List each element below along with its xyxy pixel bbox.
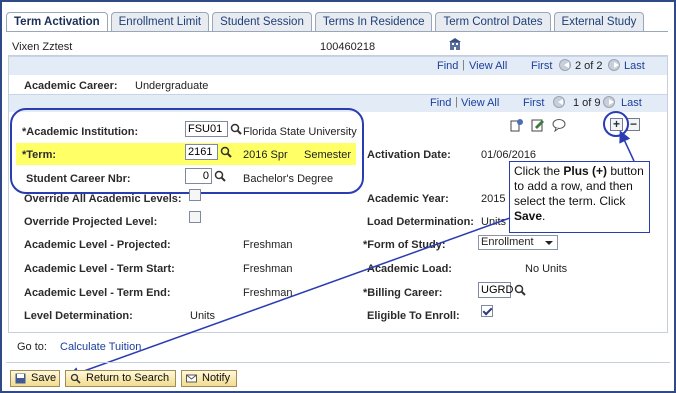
tab-term-activation[interactable]: Term Activation xyxy=(6,12,108,32)
first-link-1[interactable]: First xyxy=(531,60,552,72)
next-arrow-icon[interactable] xyxy=(608,59,620,71)
row-count-2: 1 of 9 xyxy=(573,97,601,109)
view-all-link-1[interactable]: View All xyxy=(469,60,507,72)
level-end-label: Academic Level - Term End: xyxy=(24,287,171,299)
lookup-search-icon[interactable] xyxy=(220,146,232,158)
activation-label: Activation Date: xyxy=(367,149,451,161)
eligible-checkbox[interactable] xyxy=(481,305,493,317)
term-type: Semester xyxy=(304,149,352,161)
override-levels-label: Override All Academic Levels: xyxy=(24,193,182,205)
level-end-value: Freshman xyxy=(243,287,293,299)
level-start-label: Academic Level - Term Start: xyxy=(24,263,175,275)
lookup-search-icon[interactable] xyxy=(214,170,226,182)
lookup-search-icon[interactable] xyxy=(230,123,242,135)
load-determination-value: Units xyxy=(481,216,507,228)
activation-value: 01/06/2016 xyxy=(481,149,537,161)
callout-bold-1: Plus (+) xyxy=(563,164,608,178)
level-projected-label: Academic Level - Projected: xyxy=(24,239,171,251)
form-of-study-select[interactable]: Enrollment xyxy=(478,235,558,250)
divider xyxy=(6,362,670,363)
separator: | xyxy=(462,59,465,71)
save-button[interactable]: Save xyxy=(10,370,60,387)
override-projected-label: Override Projected Level: xyxy=(24,216,158,228)
separator: | xyxy=(455,96,458,108)
tab-terms-in-residence[interactable]: Terms In Residence xyxy=(314,12,433,31)
tab-term-control-dates[interactable]: Term Control Dates xyxy=(435,12,551,31)
override-levels-checkbox[interactable] xyxy=(189,189,201,201)
first-link-2[interactable]: First xyxy=(523,97,544,109)
last-link-2[interactable]: Last xyxy=(621,97,642,109)
term-field[interactable]: 2161 xyxy=(185,144,218,160)
level-determination-label: Level Determination: xyxy=(24,310,133,322)
billing-career-label: *Billing Career: xyxy=(363,287,443,299)
edit-icon[interactable] xyxy=(531,118,545,132)
eligible-label: Eligible To Enroll: xyxy=(367,310,460,322)
calculate-tuition-link[interactable]: Calculate Tuition xyxy=(60,341,141,353)
institution-field[interactable]: FSU01 xyxy=(185,121,228,137)
override-projected-checkbox[interactable] xyxy=(189,211,201,223)
last-link-1[interactable]: Last xyxy=(624,60,645,72)
level-start-value: Freshman xyxy=(243,263,293,275)
prev-arrow-icon[interactable] xyxy=(559,59,571,71)
academic-load-value: No Units xyxy=(525,263,568,275)
related-content-icon[interactable] xyxy=(510,118,524,132)
form-of-study-label: *Form of Study: xyxy=(363,239,446,251)
term-label: *Term: xyxy=(22,149,57,161)
notify-button[interactable]: Notify xyxy=(181,370,237,387)
career-label: Academic Career: xyxy=(24,80,118,92)
career-nbr-field[interactable]: 0 xyxy=(185,168,212,184)
add-row-highlight-circle xyxy=(603,111,629,137)
next-arrow-icon[interactable] xyxy=(603,96,615,108)
find-link-2[interactable]: Find xyxy=(430,97,451,109)
level-projected-value: Freshman xyxy=(243,239,293,251)
notify-label: Notify xyxy=(202,372,231,384)
return-label: Return to Search xyxy=(86,372,170,384)
institution-label: *Academic Institution: xyxy=(22,126,139,138)
tab-bar: Term Activation Enrollment Limit Student… xyxy=(6,12,647,32)
save-label: Save xyxy=(31,372,57,384)
academic-year-value: 2015 xyxy=(481,193,506,205)
academic-year-label: Academic Year: xyxy=(367,193,449,205)
row-count-1: 2 of 2 xyxy=(575,60,603,72)
level-determination-value: Units xyxy=(190,310,216,322)
billing-career-field[interactable]: UGRD xyxy=(478,282,513,298)
callout-text-3: . xyxy=(542,209,546,223)
tab-external-study[interactable]: External Study xyxy=(553,12,645,31)
goto-label: Go to: xyxy=(17,341,47,353)
callout-text-1: Click the xyxy=(514,164,564,178)
prev-arrow-icon[interactable] xyxy=(553,96,565,108)
academic-load-label: Academic Load: xyxy=(367,263,452,275)
view-all-link-2[interactable]: View All xyxy=(461,97,499,109)
tab-enrollment-limit[interactable]: Enrollment Limit xyxy=(110,12,210,31)
save-icon xyxy=(15,373,26,384)
lookup-search-icon[interactable] xyxy=(514,284,526,296)
institution-name: Florida State University xyxy=(243,126,357,138)
load-determination-label: Load Determination: xyxy=(367,216,474,228)
building-icon[interactable] xyxy=(448,37,462,51)
student-name: Vixen Zztest xyxy=(12,41,73,53)
student-id: 100460218 xyxy=(320,41,376,53)
career-nbr-desc: Bachelor's Degree xyxy=(243,173,334,185)
career-nbr-label: Student Career Nbr: xyxy=(26,173,131,185)
term-name: 2016 Spr xyxy=(243,149,288,161)
callout-bold-2: Save xyxy=(514,209,543,223)
find-link-1[interactable]: Find xyxy=(437,60,458,72)
notify-icon xyxy=(186,374,197,383)
career-value: Undergraduate xyxy=(135,80,209,92)
return-to-search-button[interactable]: Return to Search xyxy=(65,370,176,387)
comment-icon[interactable] xyxy=(552,118,566,132)
instruction-callout: Click the Plus (+) button to add a row, … xyxy=(509,161,650,233)
tab-underline xyxy=(6,31,668,32)
tab-student-session[interactable]: Student Session xyxy=(212,12,312,31)
return-search-icon xyxy=(70,373,81,384)
